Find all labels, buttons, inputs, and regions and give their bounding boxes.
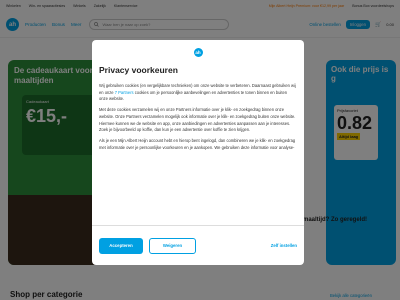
- privacy-paragraph-1: Wij gebruiken cookies (en vergelijkbare …: [99, 83, 297, 103]
- privacy-paragraph-3: Als je een Mijn Albert Heijn account heb…: [99, 137, 296, 150]
- accept-button[interactable]: Accepteren: [99, 237, 143, 254]
- privacy-modal-footer: Accepteren Weigeren Zelf instellen: [92, 225, 304, 265]
- ah-logo-icon: ah: [193, 48, 203, 57]
- privacy-modal-body[interactable]: Wij gebruiken cookies (en vergelijkbare …: [99, 83, 297, 223]
- custom-settings-link[interactable]: Zelf instellen: [271, 243, 297, 248]
- privacy-modal-title: Privacy voorkeuren: [99, 65, 178, 75]
- privacy-paragraph-2: Met deze cookies verzamelen wij en onze …: [99, 107, 296, 133]
- reject-button[interactable]: Weigeren: [149, 237, 196, 254]
- partners-link[interactable]: 7 Partners: [115, 90, 134, 95]
- privacy-modal: ah Privacy voorkeuren Wij gebruiken cook…: [92, 40, 304, 265]
